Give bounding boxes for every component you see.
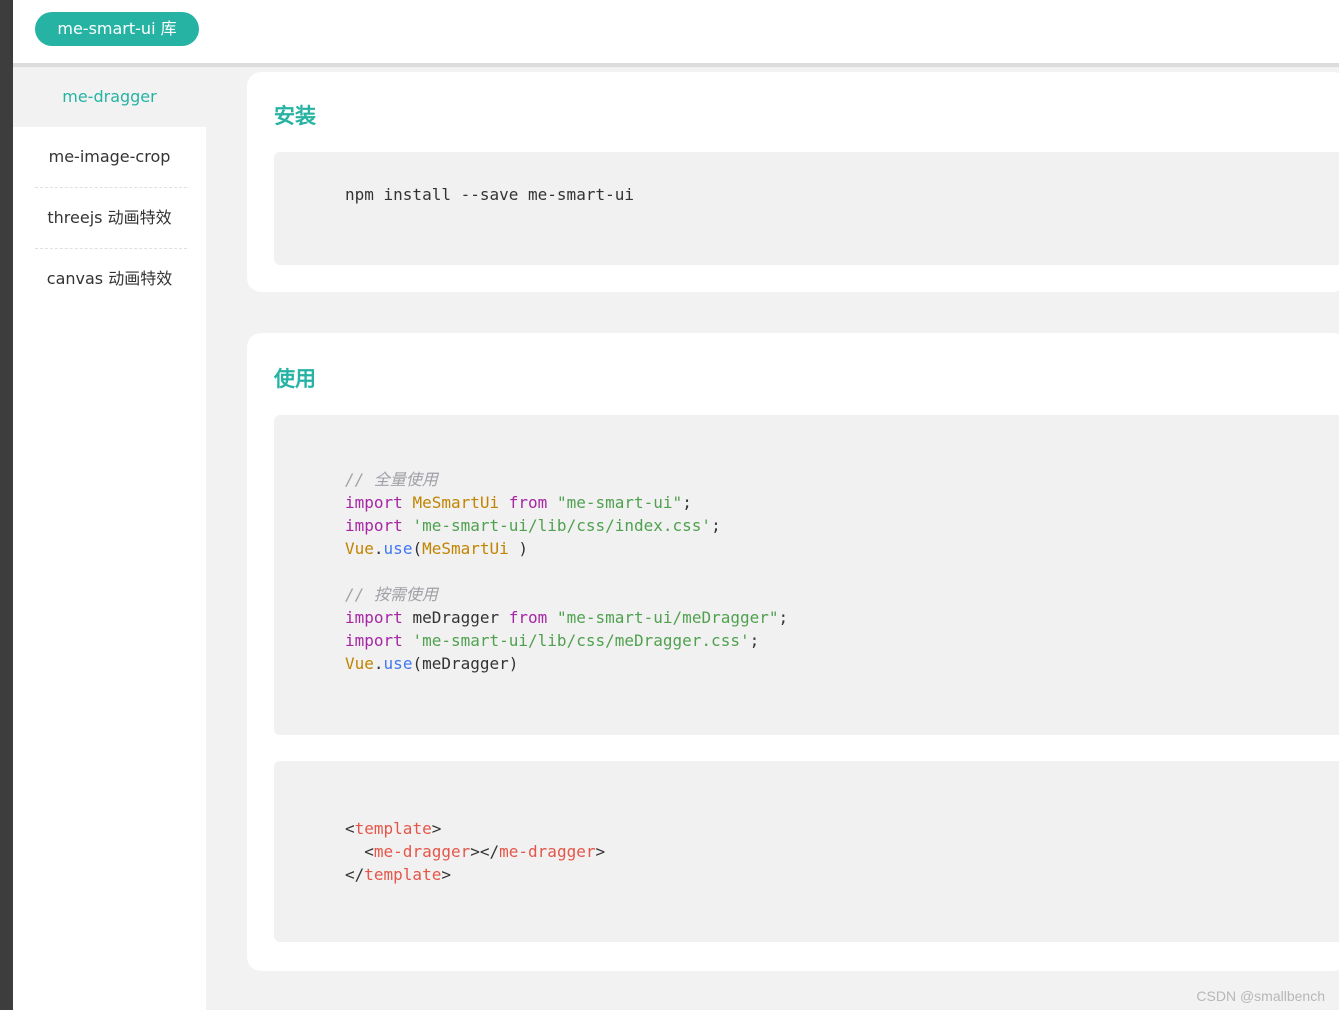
code-punct: </ <box>345 865 365 884</box>
code-punct: ; <box>749 631 760 650</box>
usage-card: 使用 // 全量使用 import MeSmartUi from "me-sma… <box>247 333 1339 971</box>
code-punct: ; <box>682 493 692 512</box>
code-keyword: import <box>345 631 403 650</box>
code-keyword: import <box>345 516 403 535</box>
sidebar-item-me-image-crop[interactable]: me-image-crop <box>13 127 206 187</box>
code-tag: me-dragger <box>373 842 471 861</box>
sidebar-item-me-dragger[interactable]: me-dragger <box>13 67 206 127</box>
code-comment: // 按需使用 <box>345 585 438 604</box>
code-object: Vue <box>345 539 374 558</box>
code-punct: ( <box>412 539 423 558</box>
header-divider <box>13 63 1339 67</box>
usage-title: 使用 <box>274 367 316 391</box>
top-header: me-smart-ui 库 <box>13 0 1339 63</box>
usage-js-code: // 全量使用 import MeSmartUi from "me-smart-… <box>345 468 788 675</box>
code-identifier: meDragger <box>412 608 500 627</box>
code-punct: > <box>431 819 442 838</box>
sidebar-item-threejs[interactable]: threejs 动画特效 <box>13 188 206 248</box>
code-keyword: from <box>508 493 548 512</box>
code-keyword: import <box>345 608 403 627</box>
code-punct: ; <box>778 608 789 627</box>
usage-template-code: <template> <me-dragger></me-dragger> </t… <box>345 817 605 886</box>
code-keyword: import <box>345 493 403 512</box>
install-title: 安装 <box>274 104 316 128</box>
code-punct: > <box>595 842 606 861</box>
install-card: 安装 npm install --save me-smart-ui <box>247 72 1339 292</box>
code-identifier: meDragger <box>422 654 509 673</box>
watermark: CSDN @smallbench <box>1196 988 1325 1004</box>
code-comment: // 全量使用 <box>345 470 438 489</box>
code-punct: ) <box>508 654 519 673</box>
sidebar-item-canvas[interactable]: canvas 动画特效 <box>13 249 206 309</box>
code-function: use <box>383 654 413 673</box>
code-string: 'me-smart-ui/lib/css/meDragger.css' <box>412 631 750 650</box>
code-tag: template <box>364 865 442 884</box>
code-punct: > <box>441 865 451 884</box>
window-left-edge <box>0 0 13 1010</box>
code-tag: template <box>354 819 432 838</box>
install-code-block: npm install --save me-smart-ui <box>274 152 1339 265</box>
install-command: npm install --save me-smart-ui <box>345 185 634 204</box>
code-keyword: from <box>508 608 548 627</box>
code-object: Vue <box>345 654 374 673</box>
code-punct: < <box>364 842 374 861</box>
code-punct: ></ <box>470 842 500 861</box>
code-punct: ; <box>711 516 721 535</box>
code-function: use <box>383 539 413 558</box>
code-punct: ( <box>412 654 423 673</box>
code-punct: . <box>373 654 384 673</box>
sidebar: me-dragger me-image-crop threejs 动画特效 ca… <box>13 67 206 1010</box>
usage-template-code-block: <template> <me-dragger></me-dragger> </t… <box>274 761 1339 942</box>
usage-js-code-block: // 全量使用 import MeSmartUi from "me-smart-… <box>274 415 1339 735</box>
code-punct: ) <box>508 539 529 558</box>
code-string: "me-smart-ui/meDragger" <box>556 608 779 627</box>
code-tag: me-dragger <box>499 842 596 861</box>
brand-button[interactable]: me-smart-ui 库 <box>35 12 199 46</box>
code-identifier: MeSmartUi <box>422 539 509 558</box>
code-identifier: MeSmartUi <box>412 493 500 512</box>
code-string: 'me-smart-ui/lib/css/index.css' <box>412 516 712 535</box>
code-string: "me-smart-ui" <box>556 493 683 512</box>
code-punct: < <box>345 819 355 838</box>
code-punct: . <box>373 539 384 558</box>
